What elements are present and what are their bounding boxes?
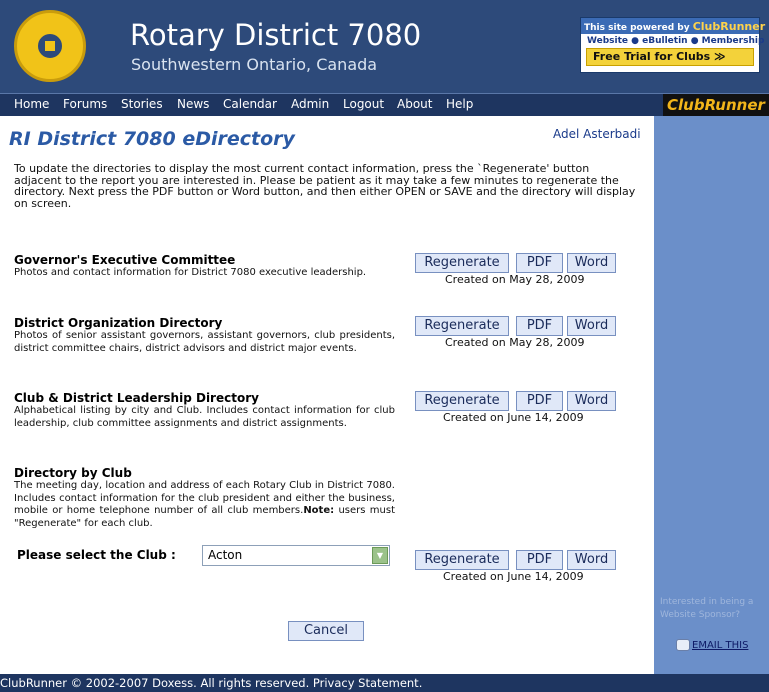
pdf-button[interactable]: PDF bbox=[516, 253, 563, 273]
nav-help[interactable]: Help bbox=[446, 97, 473, 111]
site-header: Rotary District 7080 Southwestern Ontari… bbox=[0, 0, 769, 93]
right-sidebar: Interested in being a Website Sponsor? E… bbox=[654, 116, 769, 674]
pdf-button[interactable]: PDF bbox=[516, 316, 563, 336]
club-select-value: Acton bbox=[208, 548, 243, 562]
club-select-label: Please select the Club : bbox=[17, 548, 176, 562]
free-trial-button[interactable]: Free Trial for Clubs ≫ bbox=[586, 48, 754, 66]
regenerate-button[interactable]: Regenerate bbox=[415, 253, 509, 273]
word-button[interactable]: Word bbox=[567, 391, 616, 411]
club-select[interactable]: Acton ▼ bbox=[202, 545, 390, 566]
nav-forums[interactable]: Forums bbox=[63, 97, 107, 111]
nav-stories[interactable]: Stories bbox=[121, 97, 163, 111]
section-title: Directory by Club bbox=[14, 466, 132, 480]
site-subtitle: Southwestern Ontario, Canada bbox=[131, 55, 378, 74]
word-button[interactable]: Word bbox=[567, 550, 616, 570]
word-button[interactable]: Word bbox=[567, 253, 616, 273]
ad-brand: ClubRunner bbox=[692, 20, 766, 33]
envelope-icon bbox=[676, 639, 690, 651]
section-desc: Alphabetical listing by city and Club. I… bbox=[14, 405, 395, 429]
page-title: RI District 7080 eDirectory bbox=[9, 128, 295, 150]
user-name[interactable]: Adel Asterbadi bbox=[553, 127, 641, 141]
chevron-down-icon[interactable]: ▼ bbox=[372, 547, 388, 564]
ad-powered-text: This site powered by bbox=[584, 23, 690, 33]
created-date: Created on June 14, 2009 bbox=[443, 570, 584, 583]
nav-admin[interactable]: Admin bbox=[291, 97, 329, 111]
pdf-button[interactable]: PDF bbox=[516, 550, 563, 570]
regenerate-button[interactable]: Regenerate bbox=[415, 550, 509, 570]
nav-news[interactable]: News bbox=[177, 97, 209, 111]
rotary-wheel-hub bbox=[45, 41, 55, 51]
created-date: Created on May 28, 2009 bbox=[445, 273, 585, 286]
ad-powered-line: This site powered by ClubRunner bbox=[581, 18, 765, 34]
section-desc: Photos and contact information for Distr… bbox=[14, 267, 367, 278]
cancel-button[interactable]: Cancel bbox=[288, 621, 364, 641]
word-button[interactable]: Word bbox=[567, 316, 616, 336]
section-title: Club & District Leadership Directory bbox=[14, 391, 259, 405]
rotary-logo[interactable] bbox=[14, 10, 86, 82]
sponsor-link[interactable]: Interested in being a Website Sponsor? bbox=[660, 596, 768, 622]
nav-logout[interactable]: Logout bbox=[343, 97, 384, 111]
regenerate-button[interactable]: Regenerate bbox=[415, 316, 509, 336]
note-label: Note: bbox=[303, 505, 335, 516]
created-date: Created on June 14, 2009 bbox=[443, 411, 584, 424]
site-title: Rotary District 7080 bbox=[130, 18, 422, 52]
clubrunner-ad[interactable]: This site powered by ClubRunner Website … bbox=[580, 17, 765, 73]
created-date: Created on May 28, 2009 bbox=[445, 336, 585, 349]
intro-text: To update the directories to display the… bbox=[14, 162, 636, 210]
ad-features: Website ● eBulletin ● Membership bbox=[587, 36, 765, 46]
section-title: District Organization Directory bbox=[14, 316, 223, 330]
section-desc: Photos of senior assistant governors, as… bbox=[14, 330, 395, 354]
regenerate-button[interactable]: Regenerate bbox=[415, 391, 509, 411]
pdf-button[interactable]: PDF bbox=[516, 391, 563, 411]
footer: ClubRunner © 2002-2007 Doxess. All right… bbox=[0, 674, 769, 692]
email-this-link[interactable]: EMAIL THIS bbox=[676, 639, 748, 651]
email-this-label: EMAIL THIS bbox=[692, 640, 749, 651]
section-desc: The meeting day, location and address of… bbox=[14, 480, 395, 530]
nav-home[interactable]: Home bbox=[14, 97, 49, 111]
clubrunner-logo[interactable]: ClubRunner bbox=[663, 94, 769, 116]
section-title: Governor's Executive Committee bbox=[14, 253, 236, 267]
nav-calendar[interactable]: Calendar bbox=[223, 97, 277, 111]
main-nav: Home Forums Stories News Calendar Admin … bbox=[0, 93, 769, 116]
nav-about[interactable]: About bbox=[397, 97, 432, 111]
